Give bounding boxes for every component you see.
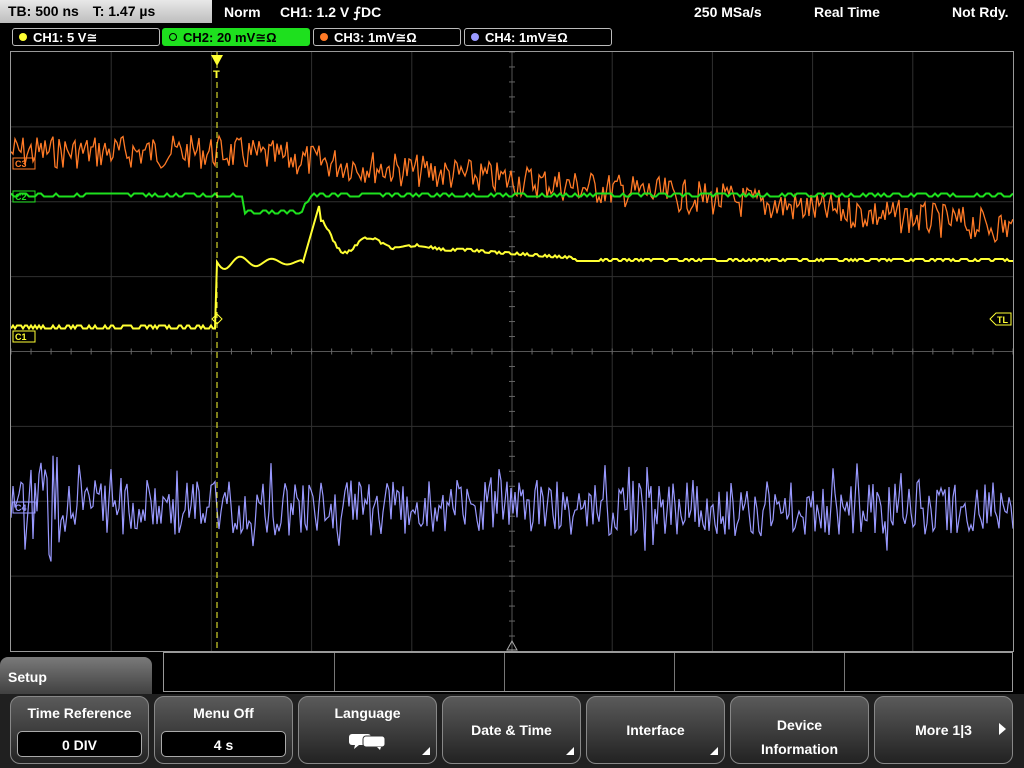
submenu-corner-icon <box>710 747 718 755</box>
time-reference-button[interactable]: Time Reference 0 DIV <box>10 696 149 764</box>
menu-off-button[interactable]: Menu Off 4 s <box>154 696 293 764</box>
menu-title: Setup <box>0 657 152 697</box>
ch1-marker-label: C1 <box>15 332 27 342</box>
submenu-corner-icon <box>566 747 574 755</box>
waveform-display[interactable]: T C3 C2 C1 C4 TL <box>10 51 1014 652</box>
ch3-label: CH3: 1mV≅Ω <box>334 30 417 45</box>
menu-off-label: Menu Off <box>193 705 254 721</box>
ch3-dot-icon <box>320 33 328 41</box>
language-label: Language <box>334 705 401 721</box>
trigger-position-marker-icon[interactable] <box>211 55 223 66</box>
tab-ch4[interactable]: CH4: 1mV≅Ω <box>464 28 612 46</box>
device-information-button[interactable]: Device Information <box>730 696 869 764</box>
language-button[interactable]: Language <box>298 696 437 764</box>
ch4-dot-icon <box>471 33 479 41</box>
more-label: More 1|3 <box>915 722 972 738</box>
speech-bubbles-icon <box>299 731 436 756</box>
status-bar: TB: 500 ns T: 1.47 µs Norm CH1: 1.2 V ⨍D… <box>0 0 1024 24</box>
tab-ch1[interactable]: CH1: 5 V≅ <box>12 28 160 46</box>
ch2-marker-label: C2 <box>15 192 27 202</box>
ch2-label: CH2: 20 mV≅Ω <box>183 30 277 45</box>
ch4-label: CH4: 1mV≅Ω <box>485 30 568 45</box>
ch4-marker-label: C4 <box>15 503 27 513</box>
date-time-label: Date & Time <box>471 722 552 738</box>
trigger-position-label: T <box>213 69 220 81</box>
menu-off-value: 4 s <box>161 731 286 757</box>
tab-ch2[interactable]: CH2: 20 mV≅Ω <box>162 28 310 46</box>
ch3-marker-label: C3 <box>15 159 27 169</box>
ch1-label: CH1: 5 V≅ <box>33 30 98 45</box>
tab-ch3[interactable]: CH3: 1mV≅Ω <box>313 28 461 46</box>
timebase-box[interactable]: TB: 500 ns T: 1.47 µs <box>0 0 212 23</box>
auxiliary-panel <box>163 652 1013 692</box>
time-reference-label: Time Reference <box>27 705 132 721</box>
submenu-corner-icon <box>422 747 430 755</box>
ch1-dot-icon <box>19 33 27 41</box>
more-button[interactable]: More 1|3 <box>874 696 1013 764</box>
acquisition-state: Not Rdy. <box>952 4 1009 20</box>
date-time-button[interactable]: Date & Time <box>442 696 581 764</box>
ch2-dot-icon <box>169 33 177 41</box>
time-reference-value: 0 DIV <box>17 731 142 757</box>
softkey-bar: Time Reference 0 DIV Menu Off 4 s Langua… <box>0 694 1024 768</box>
acquisition-mode: Real Time <box>814 4 880 20</box>
arrow-right-icon <box>999 723 1006 735</box>
trigger-mode: Norm <box>224 4 261 20</box>
timebase-readout: TB: 500 ns <box>8 3 79 19</box>
interface-label: Interface <box>626 722 685 738</box>
trigger-source: CH1: 1.2 V ⨍DC <box>280 4 382 20</box>
trigger-level-label: TL <box>997 315 1008 325</box>
graticule: T C3 C2 C1 C4 TL <box>11 52 1013 651</box>
interface-button[interactable]: Interface <box>586 696 725 764</box>
device-information-label: Device Information <box>761 717 838 757</box>
sample-rate: 250 MSa/s <box>694 4 762 20</box>
trigger-time-readout: T: 1.47 µs <box>92 3 156 19</box>
